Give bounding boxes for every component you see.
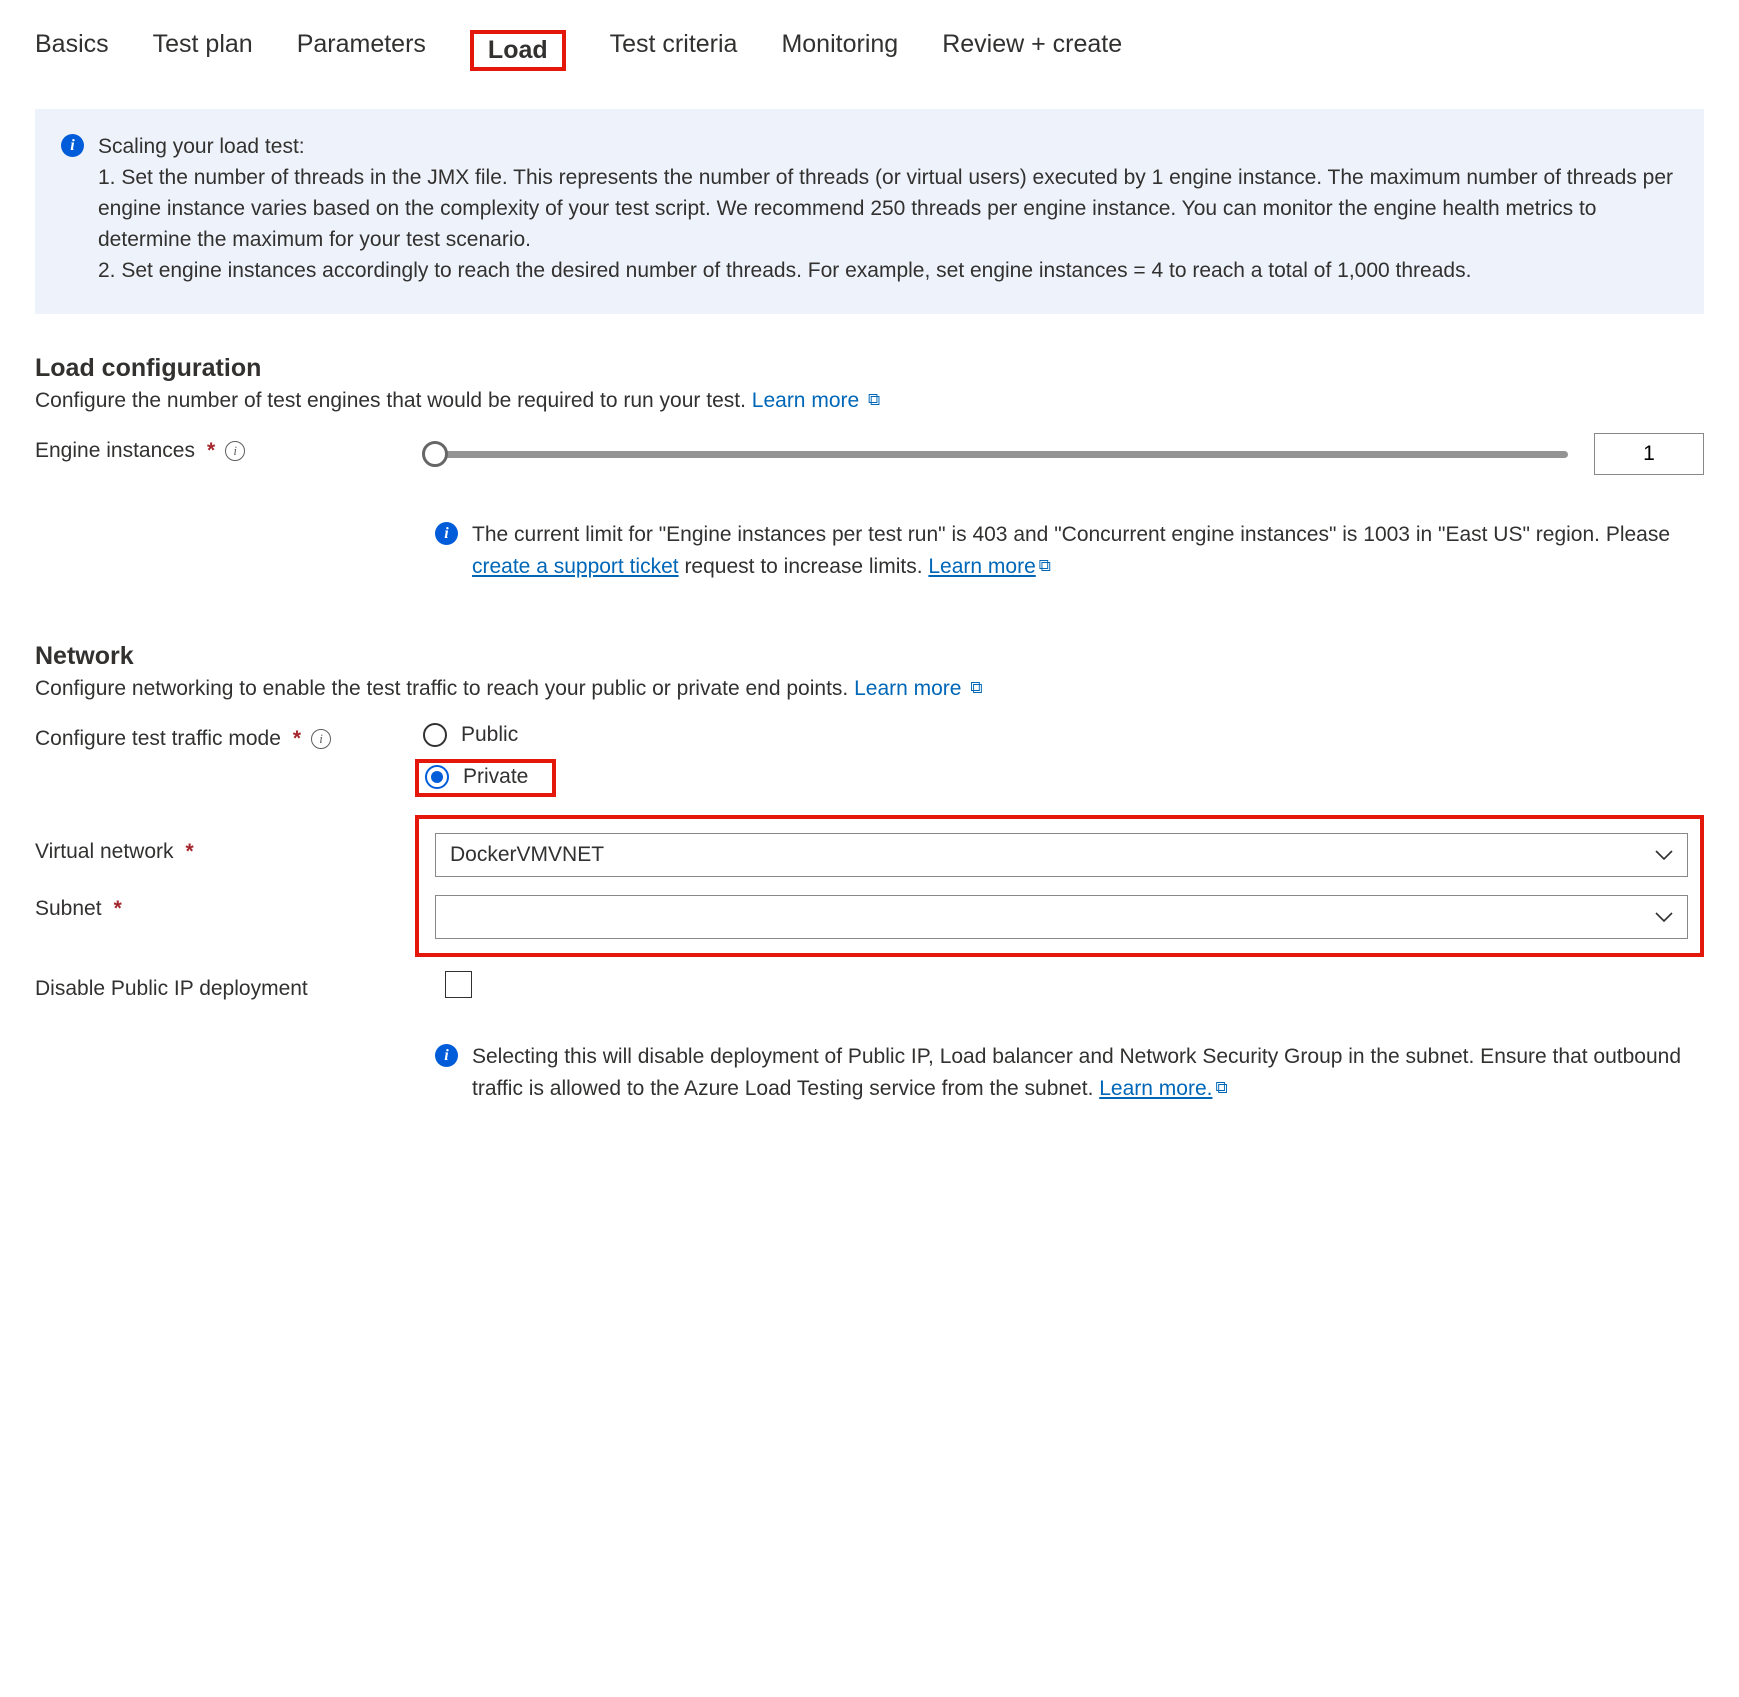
engine-label-text: Engine instances [35, 439, 195, 463]
vnet-label-text: Virtual network [35, 840, 174, 864]
external-link-icon: ⧉ [1039, 553, 1051, 579]
engine-value-input[interactable] [1594, 433, 1704, 475]
traffic-mode-label: Configure test traffic mode * i [35, 721, 415, 751]
traffic-label-text: Configure test traffic mode [35, 727, 281, 751]
vnet-subnet-highlight: DockerVMVNET [415, 815, 1704, 957]
engine-slider[interactable] [435, 451, 1568, 458]
required-asterisk: * [293, 727, 301, 751]
disable-ip-field [445, 971, 1704, 998]
info-icon: i [435, 522, 458, 545]
hint-icon[interactable]: i [311, 729, 331, 749]
disable-ip-row: Disable Public IP deployment [35, 971, 1704, 1001]
network-heading: Network [35, 642, 1704, 671]
tab-basics[interactable]: Basics [35, 30, 109, 71]
engine-slider-field [435, 433, 1704, 475]
limits-learnmore-label: Learn more [928, 555, 1035, 578]
engine-instances-label: Engine instances * i [35, 433, 435, 463]
scaling-info-text: Scaling your load test: 1. Set the numbe… [98, 131, 1678, 286]
engine-instances-row: Engine instances * i [35, 433, 1704, 475]
private-label: Private [463, 765, 528, 789]
disable-learnmore-label: Learn more. [1099, 1077, 1212, 1100]
vnet-subnet-row: Virtual network * Subnet * DockerVMVNET [35, 803, 1704, 957]
disable-ip-checkbox[interactable] [445, 971, 472, 998]
engine-limits-info: i The current limit for "Engine instance… [35, 519, 1704, 582]
chevron-down-icon [1655, 850, 1673, 860]
radio-private[interactable]: Private [415, 759, 556, 797]
vnet-label: Virtual network * [35, 840, 415, 864]
public-label: Public [461, 723, 518, 747]
limits-text-b: request to increase limits. [679, 555, 929, 578]
vnet-dropdown[interactable]: DockerVMVNET [435, 833, 1688, 877]
subnet-dropdown[interactable] [435, 895, 1688, 939]
info-title: Scaling your load test: [98, 135, 305, 158]
disable-learnmore-link[interactable]: Learn more.⧉ [1099, 1077, 1227, 1100]
load-config-desc-text: Configure the number of test engines tha… [35, 389, 746, 412]
external-link-icon: ⧉ [970, 678, 982, 698]
traffic-mode-row: Configure test traffic mode * i Public P… [35, 721, 1704, 797]
tabs-bar: Basics Test plan Parameters Load Test cr… [35, 30, 1704, 71]
load-config-learnmore-link[interactable]: Learn more ⧉ [752, 389, 880, 412]
network-learnmore-label: Learn more [854, 677, 961, 700]
support-ticket-link[interactable]: create a support ticket [472, 555, 679, 578]
slider-thumb[interactable] [422, 441, 448, 467]
scaling-info-box: i Scaling your load test: 1. Set the num… [35, 109, 1704, 314]
network-desc-text: Configure networking to enable the test … [35, 677, 848, 700]
required-asterisk: * [207, 439, 215, 463]
load-config-desc: Configure the number of test engines tha… [35, 389, 1704, 413]
network-desc: Configure networking to enable the test … [35, 677, 1704, 701]
external-link-icon: ⧉ [1215, 1075, 1227, 1101]
vnet-value: DockerVMVNET [450, 843, 604, 867]
learnmore-label: Learn more [752, 389, 859, 412]
tab-load[interactable]: Load [470, 30, 566, 71]
tab-parameters[interactable]: Parameters [297, 30, 426, 71]
disable-label-text: Disable Public IP deployment [35, 977, 308, 1001]
chevron-down-icon [1655, 912, 1673, 922]
radio-public[interactable]: Public [415, 721, 1704, 749]
info-icon: i [61, 134, 84, 157]
limits-text-a: The current limit for "Engine instances … [472, 523, 1670, 546]
limits-learnmore-link[interactable]: Learn more⧉ [928, 555, 1051, 578]
subnet-label-text: Subnet [35, 897, 102, 921]
subnet-label: Subnet * [35, 897, 415, 921]
info-line2: 2. Set engine instances accordingly to r… [98, 259, 1471, 282]
traffic-mode-field: Public Private [415, 721, 1704, 797]
info-line1: 1. Set the number of threads in the JMX … [98, 166, 1673, 251]
tab-testplan[interactable]: Test plan [153, 30, 253, 71]
hint-icon[interactable]: i [225, 441, 245, 461]
tab-criteria[interactable]: Test criteria [610, 30, 738, 71]
tab-monitoring[interactable]: Monitoring [781, 30, 898, 71]
disable-ip-info: i Selecting this will disable deployment… [35, 1041, 1704, 1104]
required-asterisk: * [186, 840, 194, 864]
required-asterisk: * [114, 897, 122, 921]
radio-icon [423, 723, 447, 747]
load-config-heading: Load configuration [35, 354, 1704, 383]
tab-review[interactable]: Review + create [942, 30, 1122, 71]
network-learnmore-link[interactable]: Learn more ⧉ [854, 677, 982, 700]
disable-info-text: Selecting this will disable deployment o… [472, 1045, 1681, 1100]
info-icon: i [435, 1044, 458, 1067]
external-link-icon: ⧉ [868, 390, 880, 410]
disable-ip-label: Disable Public IP deployment [35, 971, 445, 1001]
radio-icon [425, 765, 449, 789]
